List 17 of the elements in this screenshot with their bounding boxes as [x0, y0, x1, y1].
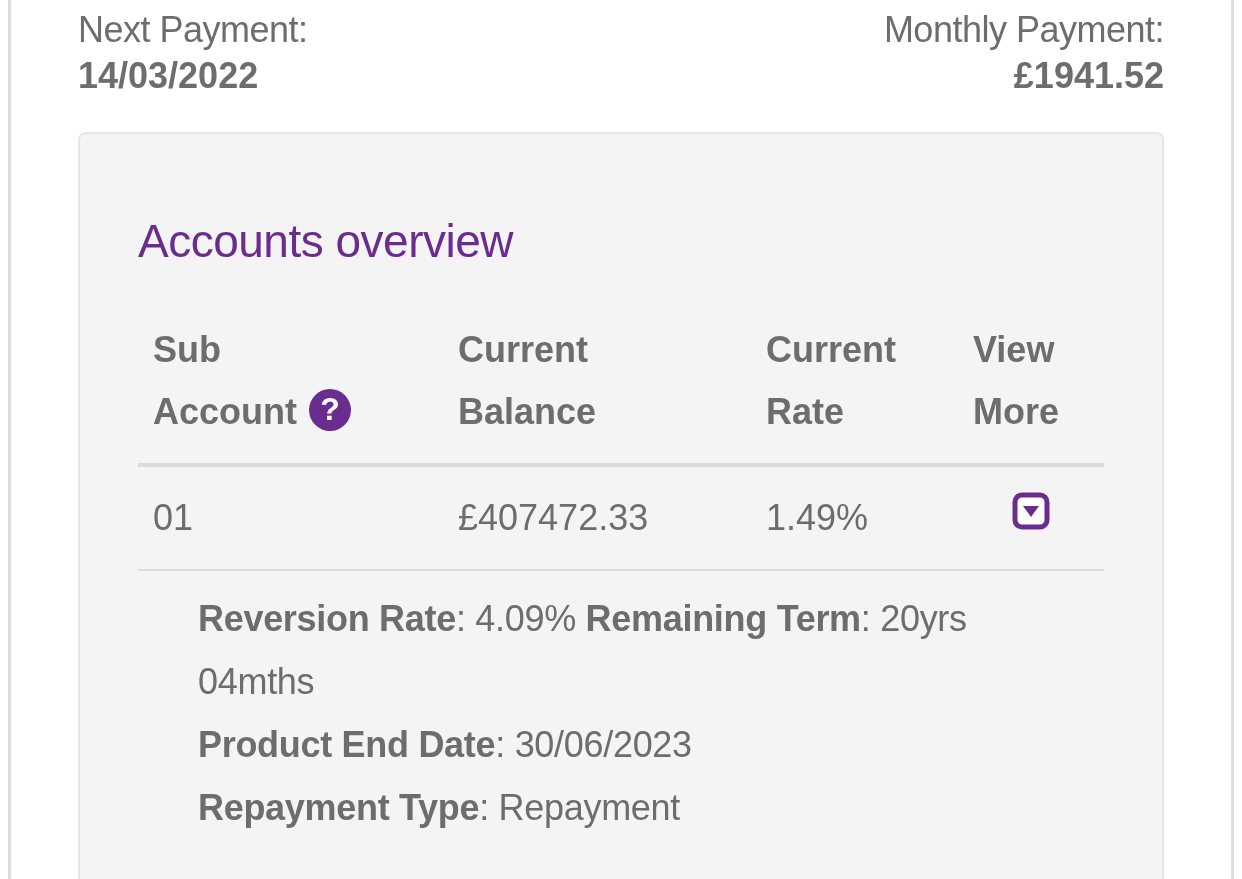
table-cell: 01	[138, 466, 443, 571]
column-header: Current Balance	[458, 327, 597, 434]
column-header: Sub Account	[153, 327, 297, 434]
expand-toggle-button[interactable]	[1010, 490, 1052, 531]
column-header: View More	[973, 327, 1059, 434]
summary-value: 14/03/2022	[78, 54, 260, 99]
detail-text: Reversion Rate: 4.09% Remaining Term: 20yrs 04mths	[198, 596, 968, 704]
detail-text: Repayment Type: Repayment	[198, 785, 682, 830]
table-cell: £407472.33	[443, 466, 751, 571]
detail-text: Product End Date: 30/06/2023	[198, 722, 693, 767]
table-cell: 1.49%	[751, 466, 958, 571]
help-icon[interactable]: ?	[309, 388, 351, 431]
summary-value: £1941.52	[1012, 54, 1164, 99]
summary-label: Next Payment:	[78, 8, 308, 52]
section-title: Accounts overview	[138, 213, 515, 269]
column-header: Current Rate	[766, 327, 896, 434]
summary-label: Monthly Payment:	[883, 8, 1164, 52]
